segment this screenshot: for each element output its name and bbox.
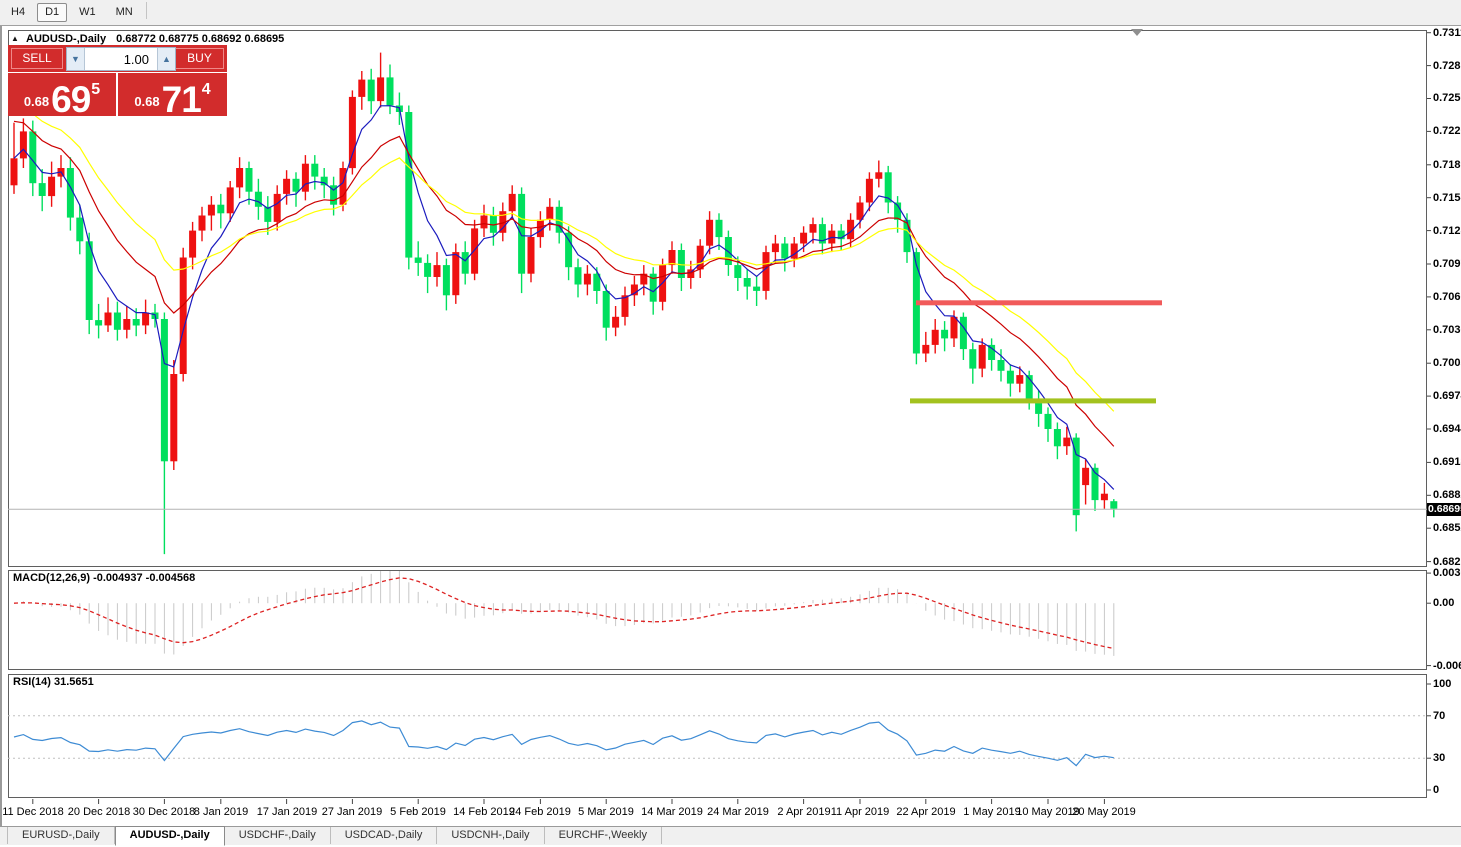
price-tick-label: 0.69440	[1433, 423, 1461, 435]
timeframe-button-d1[interactable]: D1	[37, 3, 68, 22]
tab-audusd-daily[interactable]: AUDUSD-,Daily	[114, 826, 225, 846]
macd-pane[interactable]	[8, 570, 1427, 670]
date-tick-label: 11 Dec 2018	[2, 806, 64, 818]
buy-button[interactable]: BUY	[175, 48, 224, 69]
date-tick-label: 5 Mar 2019	[578, 806, 634, 818]
symbol-marker-icon: ▲	[11, 34, 19, 43]
buy-price-prefix: 0.68	[134, 94, 160, 109]
date-tick-label: 14 Mar 2019	[641, 806, 703, 818]
date-tick-label: 22 Apr 2019	[896, 806, 956, 818]
rsi-tick-label: 100	[1433, 678, 1452, 690]
tab-usdchf-daily[interactable]: USDCHF-,Daily	[225, 827, 331, 844]
tab-eurchf-weekly[interactable]: EURCHF-,Weekly	[545, 827, 662, 844]
date-tick-label: 2 Apr 2019	[777, 806, 831, 818]
date-tick-label: 10 May 2019	[1016, 806, 1080, 818]
sell-price-prefix: 0.68	[23, 94, 50, 109]
tab-eurusd-daily[interactable]: EURUSD-,Daily	[7, 827, 115, 844]
date-tick-label: 17 Jan 2019	[256, 806, 318, 818]
symbol-label: AUDUSD-,Daily	[26, 33, 107, 45]
ohlc-quotes: 0.68772 0.68775 0.68692 0.68695	[116, 33, 285, 45]
price-tick-label: 0.72200	[1433, 125, 1461, 137]
rsi-tick-label: 70	[1433, 710, 1446, 722]
toolbar-separator	[145, 2, 147, 20]
price-tick-label: 0.69745	[1433, 390, 1461, 402]
buy-price-big: 71	[161, 79, 202, 120]
volume-increase-icon[interactable]: ▲	[157, 48, 175, 70]
date-tick-label: 30 Dec 2018	[132, 806, 196, 818]
date-tick-label: 5 Feb 2019	[390, 806, 446, 818]
rsi-indicator-label: RSI(14) 31.5651	[13, 676, 94, 688]
volume-stepper: ▼ ▲	[66, 47, 176, 71]
date-tick-label: 11 Apr 2019	[830, 806, 890, 818]
timeframe-button-h4[interactable]: H4	[3, 3, 33, 22]
price-tick-label: 0.72505	[1433, 92, 1461, 104]
price-tick-label: 0.71585	[1433, 192, 1461, 204]
price-tick-label: 0.69130	[1433, 456, 1461, 468]
price-tick-label: 0.68825	[1433, 489, 1461, 501]
macd-tick-label: 0.003035	[1433, 567, 1461, 579]
buy-price-pip: 4	[201, 81, 211, 98]
volume-input[interactable]	[85, 48, 157, 70]
timeframe-button-mn[interactable]: MN	[108, 3, 141, 22]
rsi-tick-label: 0	[1433, 784, 1440, 796]
price-tick-label: 0.70665	[1433, 291, 1461, 303]
macd-tick-label: 0.00	[1433, 597, 1455, 609]
timeframe-button-w1[interactable]: W1	[71, 3, 104, 22]
sell-button[interactable]: SELL	[11, 48, 63, 69]
price-tick-label: 0.70970	[1433, 258, 1461, 270]
volume-decrease-icon[interactable]: ▼	[67, 48, 85, 70]
price-tick-label: 0.71890	[1433, 159, 1461, 171]
price-tick-label: 0.71280	[1433, 225, 1461, 237]
sell-price-pip: 5	[91, 81, 101, 98]
date-tick-label: 14 Feb 2019	[453, 806, 515, 818]
date-tick-label: 24 Mar 2019	[707, 806, 769, 818]
price-tick-label: 0.70360	[1433, 324, 1461, 336]
tab-usdcad-daily[interactable]: USDCAD-,Daily	[331, 827, 438, 844]
macd-tick-label: -0.00631	[1433, 660, 1461, 672]
date-tick-label: 20 May 2019	[1072, 806, 1136, 818]
date-tick-label: 8 Jan 2019	[193, 806, 249, 818]
tab-usdcnh-daily[interactable]: USDCNH-,Daily	[437, 827, 545, 844]
rsi-tick-label: 30	[1433, 752, 1446, 764]
price-tick-label: 0.73115	[1433, 27, 1461, 39]
timeframe-toolbar: H4 D1 W1 MN	[0, 0, 1461, 26]
sell-price-big: 69	[51, 79, 91, 120]
date-tick-label: 20 Dec 2018	[67, 806, 131, 818]
chart-tabs-bar: EURUSD-,Daily AUDUSD-,Daily USDCHF-,Daily U…	[0, 826, 1461, 846]
chart-header: AUDUSD-,Daily 0.68772 0.68775 0.68692 0.6…	[26, 33, 284, 45]
date-tick-label: 1 May 2019	[963, 806, 1021, 818]
current-price-tag: 0.68695	[1427, 503, 1461, 516]
date-tick-label: 24 Feb 2019	[509, 806, 571, 818]
date-tick-label: 27 Jan 2019	[321, 806, 383, 818]
rsi-pane[interactable]	[8, 674, 1427, 798]
macd-indicator-label: MACD(12,26,9) -0.004937 -0.004568	[13, 572, 196, 584]
price-tick-label: 0.70050	[1433, 357, 1461, 369]
price-tick-label: 0.72810	[1433, 60, 1461, 72]
price-tick-label: 0.68520	[1433, 522, 1461, 534]
sell-price-tile[interactable]: 0.68 69 5	[8, 73, 116, 120]
one-click-trade-panel: SELL BUY ▼ ▲ 0.68695 0.68714	[8, 45, 227, 120]
buy-price-tile[interactable]: 0.68 71 4	[118, 73, 227, 120]
